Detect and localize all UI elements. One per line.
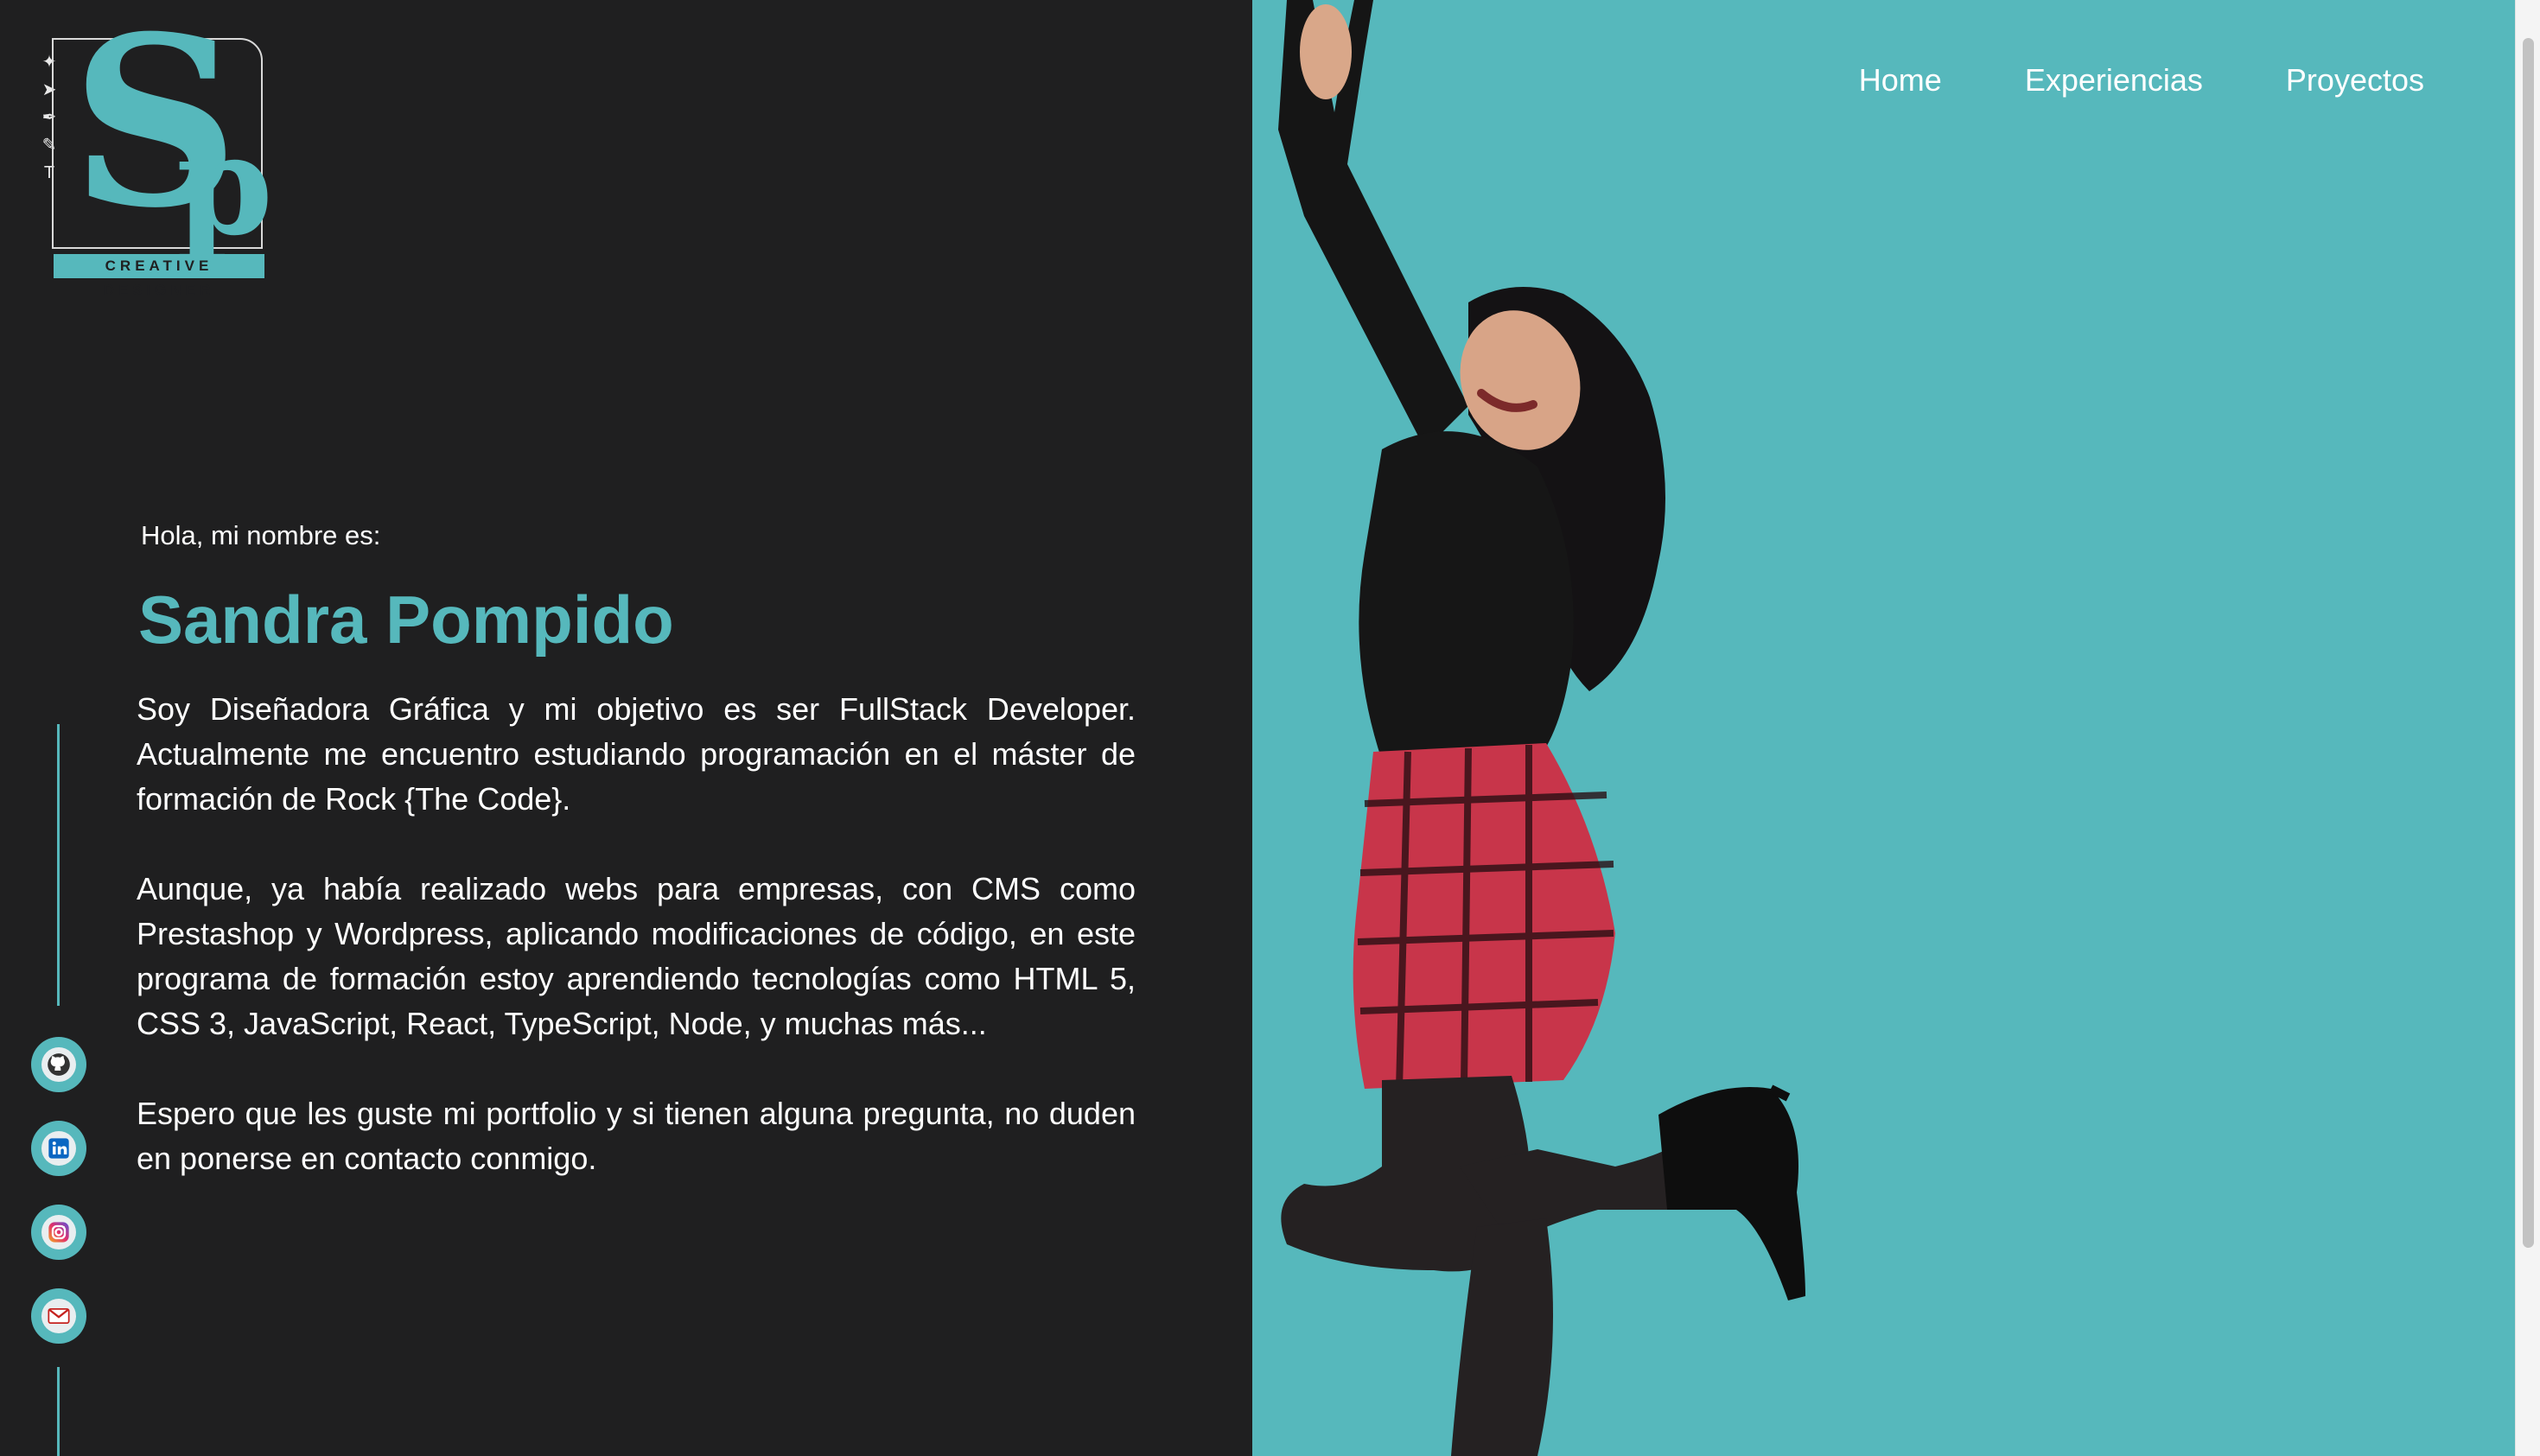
- scrollbar-thumb[interactable]: [2523, 38, 2534, 1248]
- instagram-icon: [41, 1215, 76, 1249]
- nav-experiencias[interactable]: Experiencias: [2025, 62, 2203, 99]
- gmail-icon: [41, 1299, 76, 1333]
- social-rail-bottom-line: [57, 1367, 60, 1456]
- linkedin-link[interactable]: [31, 1121, 86, 1176]
- main-nav: Home Experiencias Proyectos: [1859, 62, 2424, 99]
- person-name: Sandra Pompido: [138, 582, 674, 658]
- nav-home[interactable]: Home: [1859, 62, 1942, 99]
- bio-paragraph: Aunque, ya había realizado webs para emp…: [137, 871, 1136, 1041]
- logo-monogram-p: p: [176, 104, 273, 266]
- greeting-text: Hola, mi nombre es:: [141, 520, 381, 550]
- social-rail-top-line: [57, 724, 60, 1006]
- logo-tagline: CREATIVE DESIGNER: [54, 254, 264, 298]
- instagram-link[interactable]: [31, 1205, 86, 1260]
- github-icon: [41, 1047, 76, 1082]
- vertical-scrollbar[interactable]: [2515, 0, 2540, 1456]
- portrait-photo: [1278, 0, 1805, 1456]
- hero-left-panel: ✦ ➤ ✒ ✎ T S p CREATIVE DESIGNER Hola, mi…: [0, 0, 1252, 1456]
- nav-proyectos[interactable]: Proyectos: [2286, 62, 2424, 99]
- bio-paragraph: Soy Diseñadora Gráfica y mi objetivo es …: [137, 691, 1136, 817]
- bio-text: Soy Diseñadora Gráfica y mi objetivo es …: [137, 687, 1136, 1226]
- hero-right-panel: Home Experiencias Proyectos: [1252, 0, 2515, 1456]
- email-link[interactable]: [31, 1288, 86, 1344]
- linkedin-icon: [41, 1131, 76, 1166]
- bio-paragraph: Espero que les guste mi portfolio y si t…: [137, 1096, 1136, 1176]
- site-logo[interactable]: ✦ ➤ ✒ ✎ T S p CREATIVE DESIGNER: [38, 5, 273, 298]
- github-link[interactable]: [31, 1037, 86, 1092]
